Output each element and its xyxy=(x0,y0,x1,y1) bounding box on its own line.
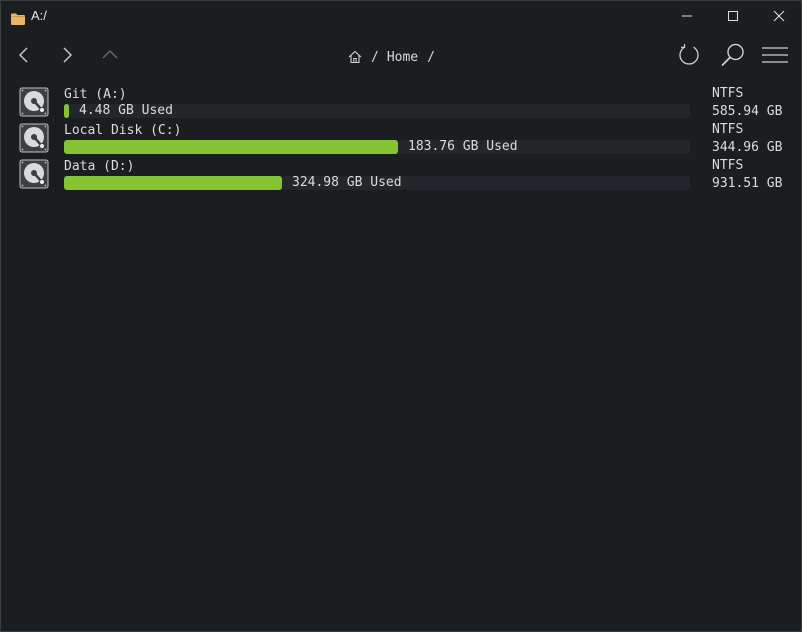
window-title: A:/ xyxy=(31,8,47,23)
home-icon xyxy=(348,50,362,64)
hard-drive-icon xyxy=(19,87,49,117)
total-size-label: 931.51 GB xyxy=(712,176,783,191)
breadcrumb-separator: / xyxy=(427,49,435,65)
maximize-button[interactable] xyxy=(710,1,756,31)
breadcrumb: / Home / xyxy=(348,48,443,66)
drive-row-a[interactable]: Git (A:) 4.48 GB Used NTFS 585.94 GB xyxy=(1,79,801,119)
filesystem-label: NTFS xyxy=(712,86,744,101)
drive-list: Git (A:) 4.48 GB Used NTFS 585.94 GB Loc… xyxy=(1,79,801,631)
breadcrumb-item-home[interactable]: Home xyxy=(387,50,418,65)
refresh-icon xyxy=(679,44,699,65)
usage-bar-fill xyxy=(64,176,282,190)
close-button[interactable] xyxy=(756,1,801,31)
chevron-right-icon xyxy=(63,47,72,63)
file-explorer-window: A:/ / Home / Git (A:) 4.48 GB Used NTFS … xyxy=(0,0,802,632)
hamburger-menu-icon xyxy=(762,47,788,63)
title-bar[interactable]: A:/ xyxy=(1,1,801,31)
minimize-icon xyxy=(682,15,692,17)
hard-drive-icon xyxy=(19,159,49,189)
drive-name: Data (D:) xyxy=(64,159,135,174)
forward-button[interactable] xyxy=(55,43,79,67)
close-icon xyxy=(773,10,785,22)
back-button[interactable] xyxy=(12,43,36,67)
usage-label: 324.98 GB Used xyxy=(292,175,402,190)
drive-name: Git (A:) xyxy=(64,87,127,102)
chevron-up-icon xyxy=(102,50,118,59)
breadcrumb-separator: / xyxy=(371,49,379,65)
drive-row-d[interactable]: Data (D:) 324.98 GB Used NTFS 931.51 GB xyxy=(1,151,801,191)
up-button[interactable] xyxy=(98,43,122,67)
hard-drive-icon xyxy=(19,123,49,153)
breadcrumb-home[interactable] xyxy=(348,50,362,64)
search-button[interactable] xyxy=(719,41,747,69)
drive-row-c[interactable]: Local Disk (C:) 183.76 GB Used NTFS 344.… xyxy=(1,115,801,155)
folder-icon xyxy=(11,10,25,29)
menu-button[interactable] xyxy=(761,41,789,69)
drive-name: Local Disk (C:) xyxy=(64,123,182,138)
maximize-icon xyxy=(728,11,738,21)
filesystem-label: NTFS xyxy=(712,122,744,137)
refresh-button[interactable] xyxy=(675,41,703,69)
minimize-button[interactable] xyxy=(664,1,710,31)
search-icon xyxy=(721,43,744,67)
chevron-left-icon xyxy=(19,47,28,63)
toolbar: / Home / xyxy=(1,31,801,79)
filesystem-label: NTFS xyxy=(712,158,744,173)
